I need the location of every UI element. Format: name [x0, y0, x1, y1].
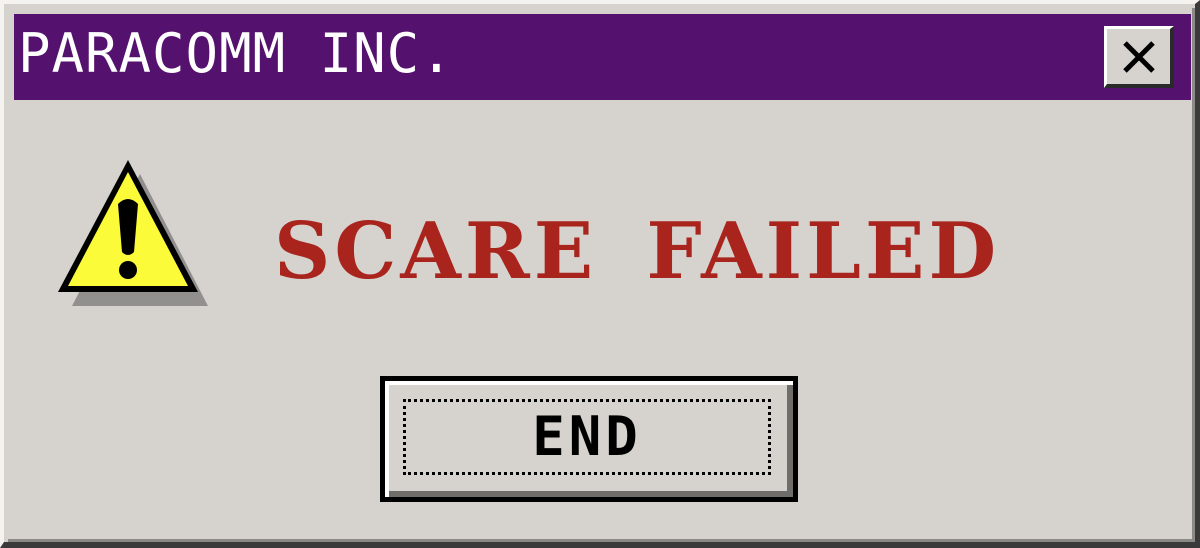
focus-outline: END: [403, 399, 771, 475]
end-button-label: END: [532, 405, 642, 468]
end-button[interactable]: END: [380, 376, 798, 502]
error-dialog: PARACOMM INC. SCARE FAILED END: [0, 0, 1200, 548]
error-message: SCARE FAILED: [274, 206, 1001, 297]
warning-icon: [58, 160, 208, 306]
title-bar: PARACOMM INC.: [14, 14, 1191, 100]
window-title: PARACOMM INC.: [18, 22, 454, 85]
close-button[interactable]: [1104, 26, 1174, 88]
close-icon: [1123, 41, 1155, 73]
